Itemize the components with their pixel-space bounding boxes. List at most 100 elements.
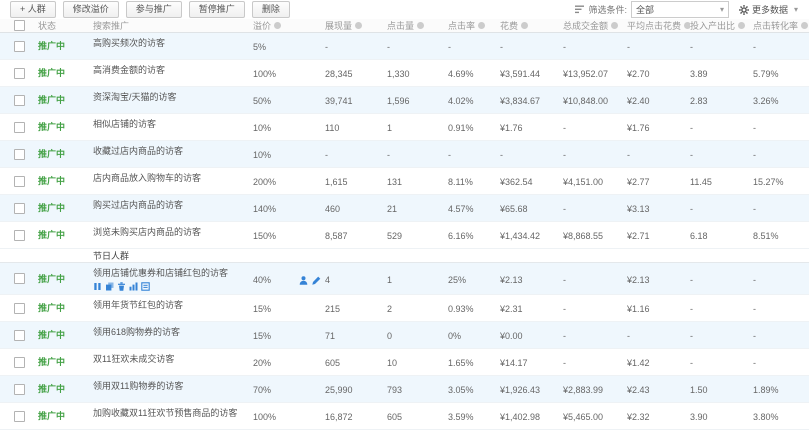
- row-checkbox[interactable]: [14, 330, 25, 341]
- row-checkbox[interactable]: [14, 41, 25, 52]
- ctr-cell: 4.57%: [448, 195, 500, 221]
- impressions-value: 16,872: [325, 412, 353, 422]
- total-value: -: [563, 123, 566, 133]
- info-icon[interactable]: [801, 22, 808, 29]
- ctr-cell: 3.59%: [448, 403, 500, 429]
- premium-cell: 20%: [253, 349, 325, 375]
- premium-cell: 70%: [253, 376, 325, 402]
- info-icon[interactable]: [417, 22, 424, 29]
- row-checkbox[interactable]: [14, 149, 25, 160]
- chart-icon[interactable]: [129, 282, 138, 291]
- cvr-cell: -: [753, 33, 809, 59]
- roi-value: 11.45: [690, 177, 712, 187]
- clicks-cell: 10: [387, 349, 448, 375]
- audience-name: 领用618购物券的访客: [93, 325, 180, 338]
- row-checkbox[interactable]: [14, 411, 25, 422]
- impressions-value: -: [325, 150, 328, 160]
- cost-value: ¥1.76: [500, 123, 523, 133]
- audience-name-cell: 双11狂欢未成交访客: [93, 349, 253, 375]
- info-icon[interactable]: [611, 22, 618, 29]
- impressions-cell: 8,587: [325, 222, 387, 248]
- report-icon[interactable]: [141, 282, 150, 291]
- avg_cost-value: ¥2.71: [627, 231, 650, 241]
- avg_cost-cell: ¥2.77: [627, 168, 690, 194]
- status-badge: 推广中: [38, 120, 65, 133]
- avg_cost-cell: ¥3.13: [627, 195, 690, 221]
- premium-value: 100%: [253, 69, 276, 79]
- avg_cost-cell: -: [627, 141, 690, 167]
- cost-value: ¥1,434.42: [500, 231, 540, 241]
- column-header-select: [0, 20, 38, 31]
- column-label: 点击率: [448, 19, 475, 32]
- modify-premium-button[interactable]: 修改溢价: [63, 1, 119, 18]
- status-cell: 推广中: [38, 33, 93, 59]
- info-icon[interactable]: [738, 22, 745, 29]
- audience-portrait-icon[interactable]: [299, 276, 308, 285]
- column-header-avg_cost: 平均点击花费: [627, 19, 690, 32]
- avg_cost-value: -: [627, 42, 630, 52]
- clicks-value: 1,330: [387, 69, 410, 79]
- row-checkbox[interactable]: [14, 122, 25, 133]
- add-audience-button[interactable]: + 人群: [10, 1, 56, 18]
- pause-icon[interactable]: [93, 282, 102, 291]
- row-checkbox[interactable]: [14, 303, 25, 314]
- filter-icon[interactable]: [575, 5, 585, 14]
- status-cell: 推广中: [38, 60, 93, 86]
- row-checkbox[interactable]: [14, 176, 25, 187]
- filter-select[interactable]: 全部 ▾: [631, 1, 729, 18]
- avg_cost-cell: ¥2.13: [627, 263, 690, 294]
- info-icon[interactable]: [521, 22, 528, 29]
- row-checkbox[interactable]: [14, 68, 25, 79]
- ctr-value: 1.65%: [448, 358, 474, 368]
- delete-icon[interactable]: [117, 282, 126, 291]
- roi-cell: -: [690, 295, 753, 321]
- pause-promotion-button[interactable]: 暂停推广: [189, 1, 245, 18]
- row-checkbox[interactable]: [14, 203, 25, 214]
- cvr-value: -: [753, 204, 756, 214]
- info-icon[interactable]: [478, 22, 485, 29]
- row-checkbox[interactable]: [14, 384, 25, 395]
- premium-cell: 150%: [253, 222, 325, 248]
- ctr-cell: 4.69%: [448, 60, 500, 86]
- copy-icon[interactable]: [105, 282, 114, 291]
- cost-value: ¥65.68: [500, 204, 528, 214]
- avg_cost-value: ¥2.43: [627, 385, 650, 395]
- join-promotion-button[interactable]: 参与推广: [126, 1, 182, 18]
- row-checkbox[interactable]: [14, 357, 25, 368]
- roi-value: -: [690, 123, 693, 133]
- cvr-cell: 15.27%: [753, 168, 809, 194]
- row-select-cell: [0, 222, 38, 248]
- status-cell: 推广中: [38, 403, 93, 429]
- ctr-value: 4.69%: [448, 69, 474, 79]
- ctr-cell: 8.11%: [448, 168, 500, 194]
- status-badge: 推广中: [38, 201, 65, 214]
- premium-cell: 15%: [253, 322, 325, 348]
- delete-button[interactable]: 删除: [252, 1, 290, 18]
- row-checkbox[interactable]: [14, 95, 25, 106]
- cvr-cell: 1.89%: [753, 376, 809, 402]
- premium-value: 100%: [253, 412, 276, 422]
- info-icon[interactable]: [355, 22, 362, 29]
- audience-name-cell: 高消费金额的访客: [93, 60, 253, 86]
- edit-premium-icon[interactable]: [312, 276, 321, 285]
- row-checkbox[interactable]: [14, 230, 25, 241]
- clicks-value: 2: [387, 304, 392, 314]
- row-checkbox[interactable]: [14, 273, 25, 284]
- cvr-cell: -: [753, 322, 809, 348]
- status-badge: 推广中: [38, 228, 65, 241]
- select-all-checkbox[interactable]: [14, 20, 25, 31]
- premium-value: 40%: [253, 275, 271, 285]
- info-icon[interactable]: [274, 22, 281, 29]
- impressions-cell: -: [325, 33, 387, 59]
- impressions-value: 460: [325, 204, 340, 214]
- status-cell: 推广中: [38, 376, 93, 402]
- row-select-cell: [0, 349, 38, 375]
- avg_cost-cell: -: [627, 322, 690, 348]
- clicks-value: 1,596: [387, 96, 410, 106]
- row-select-cell: [0, 403, 38, 429]
- more-data-button[interactable]: 更多数据 ▾: [739, 3, 801, 16]
- total-value: ¥2,883.99: [563, 385, 603, 395]
- ctr-value: 0.91%: [448, 123, 474, 133]
- ctr-value: 3.05%: [448, 385, 474, 395]
- impressions-value: 8,587: [325, 231, 348, 241]
